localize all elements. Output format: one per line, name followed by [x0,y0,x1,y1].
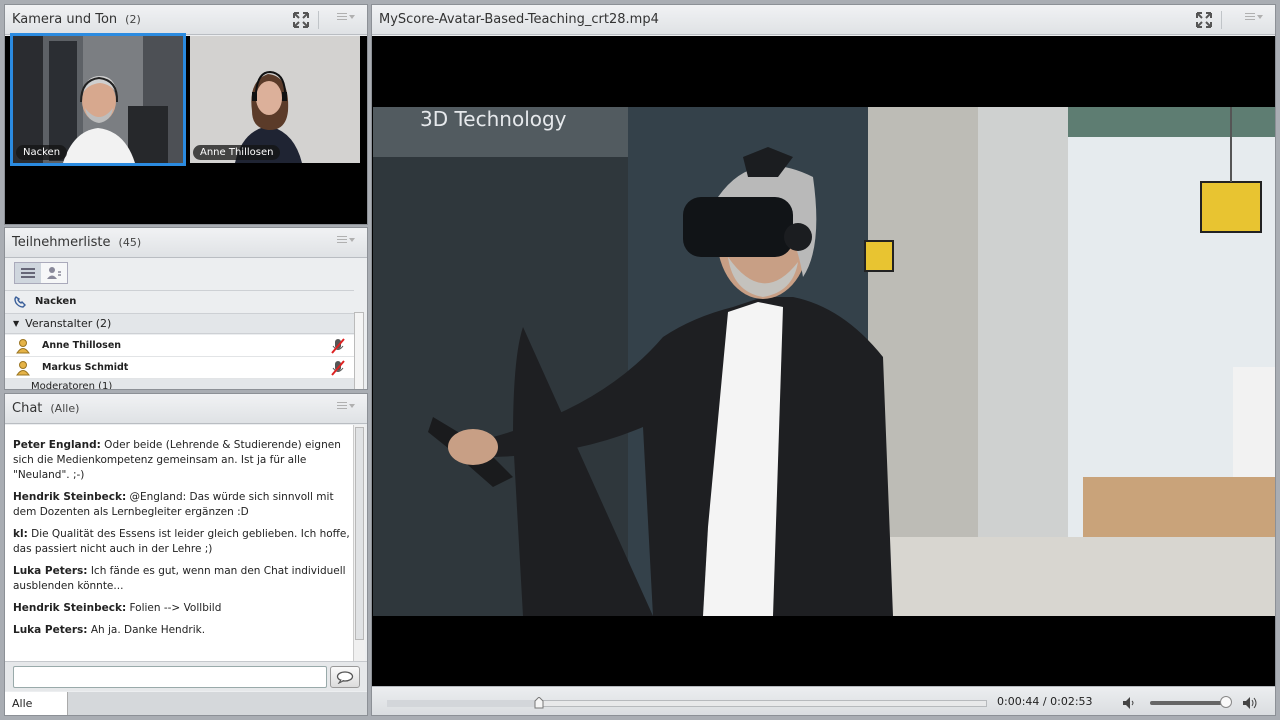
volume-thumb[interactable] [1220,696,1232,708]
camera-name-label: Nacken [16,145,68,160]
pod-menu-icon[interactable] [1245,13,1263,25]
mic-muted-icon [331,337,345,354]
camera-pod-header: Kamera und Ton (2) [5,5,367,35]
mic-muted-icon [331,359,345,376]
chat-input-bar [5,661,367,691]
camera-pod-count: (2) [125,13,141,26]
chat-message: Luka Peters: Ah ja. Danke Hendrik. [13,623,355,638]
group-presenters[interactable]: Moderatoren (1) [5,379,354,390]
chat-pod-title: Chat [12,401,43,416]
chat-pod: Chat (Alle) Peter England: Oder beide (L… [4,393,368,716]
host-user-icon [16,360,30,375]
chat-scope: (Alle) [50,402,80,415]
camera-tile-nacken[interactable]: Nacken [10,33,186,166]
group-hosts[interactable]: ▼ Veranstalter (2) [5,313,354,334]
camera-pod: Kamera und Ton (2) Nacken Anne Thillosen [4,4,368,225]
camera-pod-title: Kamera und Ton [12,12,118,27]
fullscreen-icon[interactable] [293,12,309,28]
chat-messages: Peter England: Oder beide (Lehrende & St… [5,425,355,661]
chat-sender: Hendrik Steinbeck: [13,491,127,503]
chat-sender: Luka Peters: [13,565,88,577]
group-hosts-label: Veranstalter (2) [25,317,112,330]
pod-menu-icon[interactable] [337,236,355,248]
send-message-button[interactable] [330,666,360,688]
participants-scrollbar[interactable] [354,312,364,389]
phone-icon [14,295,26,308]
time-separator: / [1042,695,1047,708]
chat-message: Peter England: Oder beide (Lehrende & St… [13,438,355,483]
volume-slider[interactable] [1150,701,1230,705]
participants-pod-header: Teilnehmerliste (45) [5,228,367,258]
video-area[interactable]: 3D Technology [372,36,1275,686]
video-frame-image [373,107,1275,616]
pod-menu-icon[interactable] [337,13,355,25]
camera-name-label: Anne Thillosen [193,145,281,160]
chat-sender: Luka Peters: [13,624,88,636]
camera-tile-anne[interactable]: Anne Thillosen [190,36,360,163]
video-frame: 3D Technology [373,107,1275,616]
collapse-triangle-icon: ▼ [13,319,20,328]
participant-row[interactable]: Markus Schmidt [5,357,354,379]
volume-high-icon[interactable] [1242,695,1260,711]
chat-message: Luka Peters: Ich fände es gut, wenn man … [13,564,355,594]
video-pod-header: MyScore-Avatar-Based-Teaching_crt28.mp4 [372,5,1275,35]
chat-footer: Alle [5,692,367,715]
view-toggle [14,262,68,284]
chat-scrollbar[interactable] [353,425,365,661]
pod-menu-icon[interactable] [337,402,355,414]
chat-text: Folien --> Vollbild [126,602,222,614]
participant-self[interactable]: Nacken [5,290,354,312]
video-pod: MyScore-Avatar-Based-Teaching_crt28.mp4 [371,4,1276,716]
chat-sender: kl: [13,528,28,540]
video-controls: 0:00:44 / 0:02:53 [372,686,1275,715]
participants-pod-count: (45) [118,236,142,249]
chat-text: Die Qualität des Essens ist leider gleic… [13,528,350,555]
volume-low-icon[interactable] [1122,696,1136,710]
participants-pod: Teilnehmerliste (45) Nacken ▼ Veranstalt… [4,227,368,390]
participant-name: Markus Schmidt [42,362,129,373]
chat-text: Ah ja. Danke Hendrik. [87,624,206,636]
participant-row[interactable]: Anne Thillosen [5,335,354,357]
host-user-icon [16,338,30,353]
chat-message: kl: Die Qualität des Essens ist leider g… [13,527,355,557]
playback-time: 0:00:44 / 0:02:53 [997,695,1093,708]
participants-pod-title: Teilnehmerliste [12,235,111,250]
total-time: 0:02:53 [1050,695,1093,708]
participant-name: Anne Thillosen [42,340,122,351]
chat-input[interactable] [13,666,327,688]
chat-sender: Peter England: [13,439,101,451]
camera-feed-image [13,36,183,163]
chat-pod-header: Chat (Alle) [5,394,367,424]
video-title: MyScore-Avatar-Based-Teaching_crt28.mp4 [379,12,659,27]
chat-sender: Hendrik Steinbeck: [13,602,127,614]
chat-message: Hendrik Steinbeck: Folien --> Vollbild [13,601,355,616]
chat-recipient-tab[interactable]: Alle [5,692,68,715]
speech-bubble-icon [336,670,354,684]
chat-message: Hendrik Steinbeck: @England: Das würde s… [13,490,355,520]
video-frame-caption: 3D Technology [420,107,567,131]
camera-feed-image [190,36,360,163]
attendee-view-icon[interactable] [41,263,67,283]
list-view-icon[interactable] [15,263,41,283]
seek-thumb-icon[interactable] [534,697,544,709]
participant-self-name: Nacken [35,296,77,307]
fullscreen-icon[interactable] [1196,12,1212,28]
chat-scroll-thumb[interactable] [355,427,364,640]
seek-bar-progress [387,700,539,707]
group-presenters-label: Moderatoren (1) [31,381,113,390]
current-time: 0:00:44 [997,695,1040,708]
